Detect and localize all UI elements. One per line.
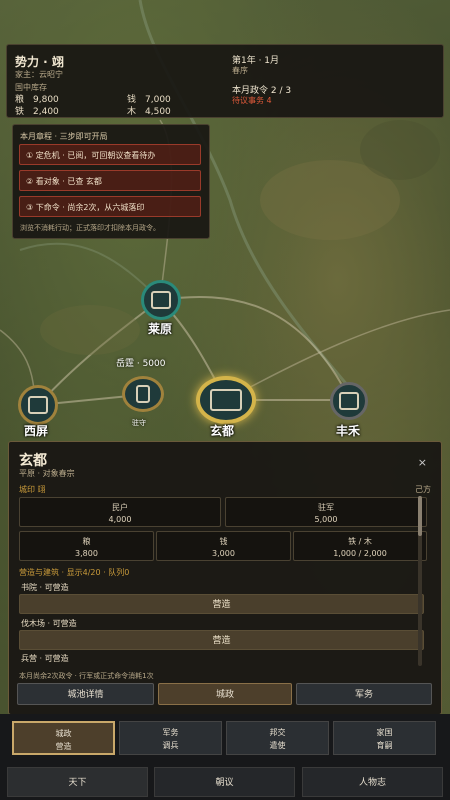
build-header: 营造与建筑 · 显示4/20 · 队列0	[19, 568, 130, 577]
stat-iron-wood: 铁 / 木 1,000 / 2,000	[293, 531, 427, 561]
city-name: 西屏	[24, 424, 49, 438]
command-family-heir[interactable]: 家国 育嗣	[333, 721, 436, 755]
orders-footer-note: 本月尚余2次政令 · 行军或正式命令消耗1次	[19, 672, 154, 680]
stat-garrison: 驻军 5,000	[225, 497, 427, 527]
city-panel-scrollbar[interactable]	[418, 496, 422, 666]
building-name: 伐木场 · 可营造	[21, 619, 77, 628]
city-token-icon	[330, 382, 368, 420]
tutorial-step-2[interactable]: ② 看对象 · 已查 玄都	[19, 170, 201, 191]
army-label: 岳霆 · 5000	[116, 359, 166, 369]
command-diplomacy-envoy[interactable]: 邦交 遣使	[226, 721, 329, 755]
season: 春序	[232, 66, 248, 75]
status-panel: 势力 · 翊 家主：云昭宁 国中库存 粮 9,800 钱 7,000 铁 2,400 …	[6, 44, 444, 118]
city-detail-panel: 玄都 × 平原 · 对象春宗 城印 翊 己方 民户 4,000 驻军 5,000 粮…	[8, 441, 442, 715]
command-city-build[interactable]: 城政 营造	[12, 721, 115, 755]
city-name: 莱原	[148, 322, 173, 336]
army-banner-icon[interactable]	[122, 376, 164, 412]
tutorial-step-3[interactable]: ③ 下命令 · 尚余2次，从六城落印	[19, 196, 201, 217]
lord-name: 家主：云昭宁	[15, 70, 63, 79]
resource-iron: 铁 2,400	[15, 107, 59, 117]
close-icon[interactable]: ×	[418, 456, 427, 469]
nav-world[interactable]: 天下	[7, 767, 148, 797]
city-token-icon	[18, 385, 58, 425]
building-name: 书院 · 可营造	[21, 583, 69, 592]
tutorial-note: 浏览不消耗行动；正式落印才扣除本月政令。	[20, 224, 160, 232]
tutorial-panel: 本月章程 · 三步即可开局 ① 定危机 · 已阅，可回朝议查看待办 ② 看对象 …	[12, 124, 210, 239]
nav-court[interactable]: 朝议	[154, 767, 295, 797]
faction-name: 势力 · 翊	[15, 55, 64, 69]
city-name: 玄都	[210, 424, 235, 438]
city-description: 平原 · 对象春宗	[19, 469, 75, 478]
city-name: 丰禾	[336, 424, 361, 438]
command-military-deploy[interactable]: 军务 调兵	[119, 721, 222, 755]
building-name: 兵营 · 可营造	[21, 654, 69, 663]
city-panel-title: 玄都	[19, 453, 47, 469]
build-button[interactable]: 营造	[19, 594, 424, 614]
pending-affairs[interactable]: 待议事务 4	[232, 95, 272, 106]
stat-money: 钱 3,000	[156, 531, 291, 561]
resource-wood: 木 4,500	[127, 107, 171, 117]
build-button[interactable]: 营造	[19, 630, 424, 650]
city-details-button[interactable]: 城池详情	[17, 683, 154, 705]
stat-households: 民户 4,000	[19, 497, 221, 527]
nav-characters[interactable]: 人物志	[302, 767, 443, 797]
city-token-icon	[141, 280, 181, 320]
military-affairs-button[interactable]: 军务	[296, 683, 432, 705]
city-governance-button[interactable]: 城政	[158, 683, 292, 705]
stat-grain: 粮 3,800	[19, 531, 154, 561]
city-seal: 城印 翊	[19, 485, 46, 494]
tutorial-title: 本月章程 · 三步即可开局	[20, 132, 108, 141]
city-owner: 己方	[415, 485, 431, 494]
tutorial-step-1[interactable]: ① 定危机 · 已阅，可回朝议查看待办	[19, 144, 201, 165]
army-sub-label: 驻守	[132, 419, 146, 427]
city-token-icon	[196, 376, 256, 424]
